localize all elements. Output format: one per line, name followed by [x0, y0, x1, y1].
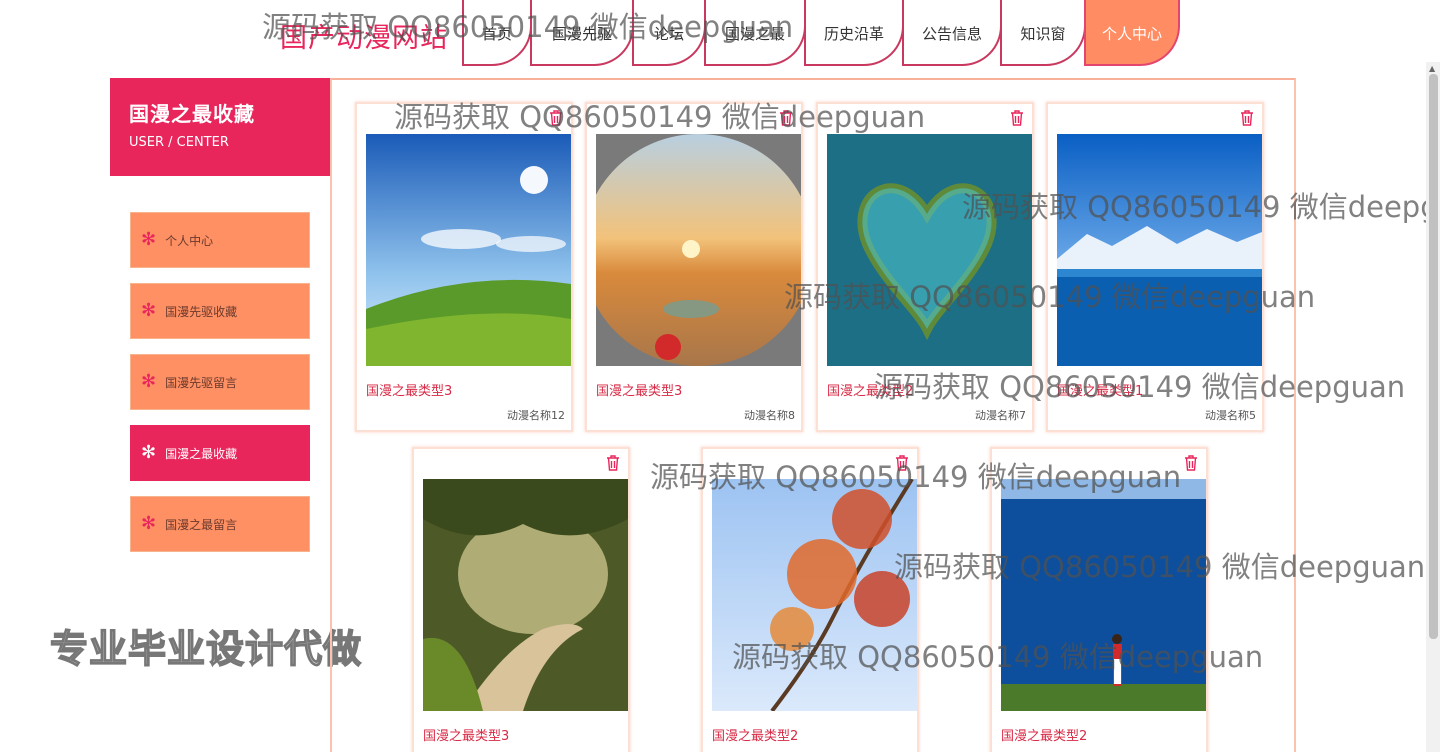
favorite-card[interactable]: 国漫之最类型3	[412, 447, 630, 752]
nav-best[interactable]: 国漫之最	[704, 0, 806, 66]
sidebar-item-label: 国漫先驱留言	[165, 375, 238, 390]
nav-history[interactable]: 历史沿革	[804, 0, 904, 66]
favorite-card[interactable]: 国漫之最类型3 动漫名称8	[585, 102, 803, 432]
card-type[interactable]: 国漫之最类型3	[366, 380, 452, 399]
card-image[interactable]	[423, 479, 628, 711]
sidebar-item-label: 国漫之最留言	[165, 517, 238, 532]
card-image[interactable]	[1001, 479, 1206, 711]
card-image[interactable]	[366, 134, 571, 366]
sidebar-item-pioneer-favorites[interactable]: ✻ 国漫先驱收藏	[130, 283, 310, 339]
favorite-card[interactable]: 国漫之最类型3 动漫名称12	[355, 102, 573, 432]
asterisk-icon: ✻	[141, 442, 157, 463]
card-type[interactable]: 国漫之最类型2	[1001, 725, 1087, 744]
card-type[interactable]: 国漫之最类型3	[596, 380, 682, 399]
scroll-up-arrow-icon[interactable]: ▲	[1429, 64, 1435, 73]
asterisk-icon: ✻	[141, 229, 157, 250]
sidebar-item-pioneer-messages[interactable]: ✻ 国漫先驱留言	[130, 354, 310, 410]
card-image[interactable]	[827, 134, 1032, 366]
trash-icon[interactable]	[606, 455, 620, 471]
sidebar-item-label: 个人中心	[165, 233, 214, 248]
nav-home[interactable]: 首页	[462, 0, 532, 66]
trash-icon[interactable]	[1184, 455, 1198, 471]
sidebar-item-best-messages[interactable]: ✻ 国漫之最留言	[130, 496, 310, 552]
trash-icon[interactable]	[895, 455, 909, 471]
trash-icon[interactable]	[1240, 110, 1254, 126]
site-title[interactable]: 国产动漫网站	[280, 16, 448, 55]
favorite-card[interactable]: 国漫之最类型2	[990, 447, 1208, 752]
sidebar-title: 国漫之最收藏	[129, 102, 255, 126]
nav-pioneer[interactable]: 国漫先驱	[530, 0, 634, 66]
sidebar-header: 国漫之最收藏 USER / CENTER	[110, 78, 330, 176]
favorite-card[interactable]: 国漫之最类型2 动漫名称7	[816, 102, 1034, 432]
card-image[interactable]	[1057, 134, 1262, 366]
sidebar-item-best-favorites[interactable]: ✻ 国漫之最收藏	[130, 425, 310, 481]
card-type[interactable]: 国漫之最类型2	[827, 380, 913, 399]
card-anime-name: 动漫名称5	[1205, 409, 1256, 422]
card-image[interactable]	[712, 479, 917, 711]
sidebar-item-user-center[interactable]: ✻ 个人中心	[130, 212, 310, 268]
card-anime-name: 动漫名称8	[744, 409, 795, 422]
asterisk-icon: ✻	[141, 371, 157, 392]
nav-notice[interactable]: 公告信息	[902, 0, 1002, 66]
sidebar-menu: ✻ 个人中心 ✻ 国漫先驱收藏 ✻ 国漫先驱留言 ✻ 国漫之最收藏 ✻ 国漫之最…	[130, 212, 310, 567]
sidebar-item-label: 国漫先驱收藏	[165, 304, 238, 319]
page: 国产动漫网站 首页 国漫先驱 论坛 国漫之最 历史沿革 公告信息 知识窗 个人中…	[0, 0, 1440, 752]
nav-user-center[interactable]: 个人中心	[1084, 0, 1180, 66]
asterisk-icon: ✻	[141, 300, 157, 321]
promo-text: 专业毕业设计代做	[49, 626, 363, 672]
main-nav: 首页 国漫先驱 论坛 国漫之最 历史沿革 公告信息 知识窗 个人中心	[462, 0, 1180, 66]
card-type[interactable]: 国漫之最类型1	[1057, 380, 1143, 399]
card-anime-name: 动漫名称7	[975, 409, 1026, 422]
nav-knowledge[interactable]: 知识窗	[1000, 0, 1086, 66]
sidebar-subtitle: USER / CENTER	[129, 135, 229, 150]
trash-icon[interactable]	[779, 110, 793, 126]
card-type[interactable]: 国漫之最类型3	[423, 725, 509, 744]
trash-icon[interactable]	[1010, 110, 1024, 126]
favorite-card[interactable]: 国漫之最类型2	[701, 447, 919, 752]
sidebar-item-label: 国漫之最收藏	[165, 446, 238, 461]
card-anime-name: 动漫名称12	[507, 409, 565, 422]
favorite-card[interactable]: 国漫之最类型1 动漫名称5	[1046, 102, 1264, 432]
nav-forum[interactable]: 论坛	[632, 0, 706, 66]
page-scrollbar[interactable]: ▲	[1426, 62, 1440, 752]
card-type[interactable]: 国漫之最类型2	[712, 725, 798, 744]
scrollbar-thumb[interactable]	[1429, 74, 1438, 639]
trash-icon[interactable]	[549, 110, 563, 126]
card-image[interactable]	[596, 134, 801, 366]
asterisk-icon: ✻	[141, 513, 157, 534]
